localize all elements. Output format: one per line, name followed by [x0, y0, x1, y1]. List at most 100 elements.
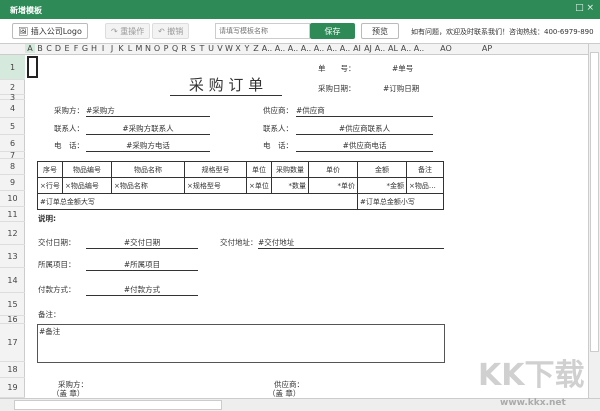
- column-header-V[interactable]: V: [216, 44, 224, 53]
- row-header-14[interactable]: 14: [0, 268, 25, 293]
- image-icon: 🖼: [18, 27, 29, 36]
- table-cell[interactable]: ×单位: [246, 177, 272, 194]
- table-cell[interactable]: ×规格型号: [184, 177, 247, 194]
- column-header-A[interactable]: A..: [326, 44, 338, 53]
- total-upper[interactable]: #订单总金额大写: [37, 193, 358, 210]
- redo-button[interactable]: ↷ 重操作: [105, 23, 151, 39]
- column-header-K[interactable]: K: [117, 44, 125, 53]
- column-header-L[interactable]: L: [126, 44, 134, 53]
- row-header-12[interactable]: 12: [0, 222, 25, 245]
- supplier-contact-label: 联系人：: [263, 124, 293, 133]
- column-header-B[interactable]: B: [36, 44, 44, 53]
- project-field[interactable]: #所属项目: [86, 259, 198, 271]
- column-header-A[interactable]: A..: [313, 44, 325, 53]
- row-header-5[interactable]: 5: [0, 118, 25, 135]
- order-no[interactable]: #单号: [392, 63, 413, 74]
- template-name-input[interactable]: [215, 23, 310, 39]
- row-header-17[interactable]: 17: [0, 324, 25, 362]
- table-cell[interactable]: *数量: [271, 177, 309, 194]
- table-cell[interactable]: ×物品编号: [62, 177, 112, 194]
- column-header-S[interactable]: S: [189, 44, 197, 53]
- save-button[interactable]: 保存: [310, 23, 355, 39]
- column-header-A[interactable]: A..: [400, 44, 412, 53]
- column-header-AO[interactable]: AO: [426, 44, 466, 53]
- column-header-G[interactable]: G: [81, 44, 89, 53]
- column-header-A[interactable]: A..: [300, 44, 312, 53]
- row-header-10[interactable]: 10: [0, 191, 25, 207]
- column-header-O[interactable]: O: [153, 44, 161, 53]
- vertical-scrollbar[interactable]: [588, 44, 600, 398]
- column-header-A[interactable]: A..: [339, 44, 351, 53]
- column-header-C[interactable]: C: [45, 44, 53, 53]
- column-header-Y[interactable]: Y: [243, 44, 251, 53]
- column-header-F[interactable]: F: [72, 44, 80, 53]
- table-cell[interactable]: *单价: [308, 177, 358, 194]
- column-header-M[interactable]: M: [135, 44, 143, 53]
- payment-field[interactable]: #付款方式: [86, 284, 198, 296]
- row-header-11[interactable]: 11: [0, 207, 25, 222]
- column-header-N[interactable]: N: [144, 44, 152, 53]
- table-cell[interactable]: ×物品名称: [111, 177, 185, 194]
- row-header-6[interactable]: 6: [0, 135, 25, 152]
- column-header-AJ[interactable]: AJ: [363, 44, 373, 53]
- buyer-field[interactable]: #采购方: [86, 105, 210, 117]
- column-header-AP[interactable]: AP: [467, 44, 507, 53]
- column-header-AI[interactable]: AI: [352, 44, 362, 53]
- column-header-A[interactable]: A..: [287, 44, 299, 53]
- delivery-date-label: 交付日期：: [38, 238, 76, 247]
- delivery-date-field[interactable]: #交付日期: [86, 237, 198, 249]
- column-header-Z[interactable]: Z: [252, 44, 260, 53]
- column-header-A[interactable]: A..: [261, 44, 273, 53]
- supplier-contact-field[interactable]: #供应商联系人: [296, 123, 433, 135]
- column-header-W[interactable]: W: [225, 44, 233, 53]
- row-header-18[interactable]: 18: [0, 362, 25, 378]
- column-header-E[interactable]: E: [63, 44, 71, 53]
- delivery-addr-field[interactable]: #交付地址: [258, 237, 444, 249]
- row-header-16[interactable]: 16: [0, 316, 25, 324]
- row-header-8[interactable]: 8: [0, 159, 25, 175]
- column-header-A[interactable]: A..: [413, 44, 425, 53]
- row-header: 1 2 3 4 5 6 7 8 9 10 11 12 13 14 15 16 17 18 19: [0, 55, 25, 398]
- undo-button[interactable]: ↶ 撤销: [152, 23, 190, 39]
- date-label: 采购日期：: [318, 84, 356, 93]
- column-header-cell: 物品名称: [111, 161, 185, 178]
- column-header: A B C D E F G H I J K L M N O P Q R S T U V W X Y Z A.. A.. A.. A.. A.…: [0, 44, 588, 55]
- preview-button[interactable]: 预览: [361, 23, 399, 39]
- column-header-I[interactable]: I: [99, 44, 107, 53]
- column-header-A[interactable]: A..: [374, 44, 386, 53]
- selected-cell[interactable]: [27, 56, 38, 78]
- table-cell[interactable]: ×行号: [37, 177, 63, 194]
- watermark-url: www.kkx.net: [500, 398, 566, 408]
- column-header-J[interactable]: J: [108, 44, 116, 53]
- column-header-X[interactable]: X: [234, 44, 242, 53]
- table-cell[interactable]: ×物品…: [406, 177, 444, 194]
- column-header-A[interactable]: A: [25, 44, 35, 53]
- total-lower[interactable]: #订单总金额小写: [357, 193, 444, 210]
- order-date[interactable]: #订购日期: [383, 83, 419, 94]
- row-header-19[interactable]: 19: [0, 378, 25, 398]
- row-header-1[interactable]: 1: [0, 55, 25, 80]
- insert-logo-button[interactable]: 🖼 插入公司Logo: [12, 23, 88, 39]
- column-header-A[interactable]: A..: [274, 44, 286, 53]
- column-header-U[interactable]: U: [207, 44, 215, 53]
- row-header-4[interactable]: 4: [0, 100, 25, 118]
- buyer-phone-field[interactable]: #采购方电话: [86, 140, 210, 152]
- column-header-R[interactable]: R: [180, 44, 188, 53]
- column-header-P[interactable]: P: [162, 44, 170, 53]
- supplier-field[interactable]: #供应商: [296, 105, 433, 117]
- column-header-AL[interactable]: AL: [387, 44, 399, 53]
- row-header-9[interactable]: 9: [0, 175, 25, 191]
- row-header-15[interactable]: 15: [0, 293, 25, 316]
- buyer-contact-field[interactable]: #采购方联系人: [86, 123, 210, 135]
- row-header-13[interactable]: 13: [0, 245, 25, 268]
- row-header-7[interactable]: 7: [0, 152, 25, 160]
- window-controls[interactable]: □ ×: [575, 3, 594, 13]
- column-header-Q[interactable]: Q: [171, 44, 179, 53]
- remark-box[interactable]: #备注: [37, 324, 445, 363]
- column-header-H[interactable]: H: [90, 44, 98, 53]
- column-header-T[interactable]: T: [198, 44, 206, 53]
- supplier-phone-field[interactable]: #供应商电话: [296, 140, 433, 152]
- column-header-D[interactable]: D: [54, 44, 62, 53]
- delivery-addr-label: 交付地址：: [220, 238, 258, 247]
- table-cell[interactable]: *金额: [357, 177, 407, 194]
